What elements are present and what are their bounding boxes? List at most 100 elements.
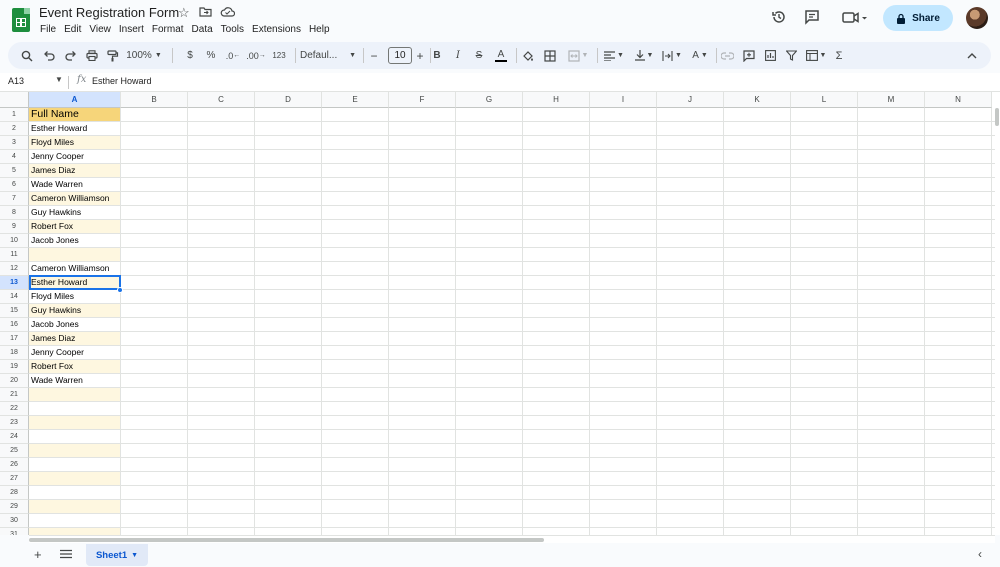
row-header-15[interactable]: 15 (0, 304, 29, 318)
percent-format-button[interactable]: % (204, 47, 218, 64)
cell-a30[interactable] (29, 514, 121, 528)
move-folder-icon[interactable] (199, 5, 212, 20)
column-header-j[interactable]: J (657, 92, 724, 108)
menu-data[interactable]: Data (192, 22, 219, 37)
column-header-b[interactable]: B (121, 92, 188, 108)
insert-link-icon[interactable] (720, 47, 734, 64)
cell-a15[interactable]: Guy Hawkins (29, 304, 121, 318)
currency-format-button[interactable]: $ (183, 47, 197, 64)
cell-a7[interactable]: Cameron Williamson (29, 192, 121, 206)
row-header-5[interactable]: 5 (0, 164, 29, 178)
horizontal-align-icon[interactable]: ▼ (602, 47, 626, 64)
italic-button[interactable]: I (451, 47, 465, 64)
text-wrapping-icon[interactable]: ▼ (660, 47, 684, 64)
text-rotation-icon[interactable]: A ▼ (688, 47, 712, 64)
column-header-d[interactable]: D (255, 92, 322, 108)
cloud-status-icon[interactable] (220, 5, 236, 20)
row-header-9[interactable]: 9 (0, 220, 29, 234)
row-header-21[interactable]: 21 (0, 388, 29, 402)
menu-help[interactable]: Help (309, 22, 336, 37)
menu-file[interactable]: File (40, 22, 62, 37)
increase-decimal-button[interactable]: .00 → (246, 47, 266, 64)
all-sheets-icon[interactable] (60, 547, 72, 562)
horizontal-scroll-thumb[interactable] (29, 538, 544, 542)
cell-a6[interactable]: Wade Warren (29, 178, 121, 192)
cell-a2[interactable]: Esther Howard (29, 122, 121, 136)
vertical-scroll-thumb[interactable] (995, 108, 999, 126)
cell-a11[interactable] (29, 248, 121, 262)
share-button[interactable]: Share (883, 5, 953, 31)
row-header-2[interactable]: 2 (0, 122, 29, 136)
explore-collapse-icon[interactable]: ‹ (978, 547, 982, 561)
row-header-13[interactable]: 13 (0, 276, 29, 290)
column-header-n[interactable]: N (925, 92, 992, 108)
row-header-22[interactable]: 22 (0, 402, 29, 416)
cell-a5[interactable]: James Diaz (29, 164, 121, 178)
menu-extensions[interactable]: Extensions (252, 22, 307, 37)
more-formats-button[interactable]: 123 (270, 47, 288, 64)
functions-icon[interactable]: Σ (832, 47, 846, 64)
cell-a3[interactable]: Floyd Miles (29, 136, 121, 150)
avatar[interactable] (966, 7, 988, 29)
cell-a23[interactable] (29, 416, 121, 430)
caret-down-icon[interactable]: ▼ (131, 552, 138, 559)
increase-font-size-button[interactable]: + (414, 47, 426, 64)
column-header-a[interactable]: A (29, 92, 121, 108)
borders-icon[interactable] (543, 47, 557, 64)
column-header-h[interactable]: H (523, 92, 590, 108)
cell-a14[interactable]: Floyd Miles (29, 290, 121, 304)
row-header-10[interactable]: 10 (0, 234, 29, 248)
column-header-g[interactable]: G (456, 92, 523, 108)
column-header-f[interactable]: F (389, 92, 456, 108)
cell-a13[interactable]: Esther Howard (29, 276, 121, 290)
column-header-i[interactable]: I (590, 92, 657, 108)
row-header-3[interactable]: 3 (0, 136, 29, 150)
row-header-20[interactable]: 20 (0, 374, 29, 388)
cell-a4[interactable]: Jenny Cooper (29, 150, 121, 164)
print-icon[interactable] (85, 47, 99, 64)
cell-a21[interactable] (29, 388, 121, 402)
vertical-scrollbar[interactable] (995, 92, 1000, 535)
row-header-29[interactable]: 29 (0, 500, 29, 514)
collapse-menus-icon[interactable] (965, 47, 979, 64)
row-header-7[interactable]: 7 (0, 192, 29, 206)
fill-handle[interactable] (117, 287, 123, 293)
column-header-k[interactable]: K (724, 92, 791, 108)
cell-a22[interactable] (29, 402, 121, 416)
document-title[interactable]: Event Registration Form (39, 5, 179, 20)
undo-icon[interactable] (42, 47, 56, 64)
row-header-12[interactable]: 12 (0, 262, 29, 276)
menu-format[interactable]: Format (152, 22, 190, 37)
row-header-23[interactable]: 23 (0, 416, 29, 430)
cell-a8[interactable]: Guy Hawkins (29, 206, 121, 220)
version-history-icon[interactable] (771, 9, 787, 29)
vertical-align-icon[interactable]: ▼ (632, 47, 656, 64)
insert-comment-icon[interactable] (742, 47, 756, 64)
row-header-11[interactable]: 11 (0, 248, 29, 262)
menu-edit[interactable]: Edit (64, 22, 87, 37)
add-sheet-icon[interactable]: + (34, 547, 42, 562)
row-header-8[interactable]: 8 (0, 206, 29, 220)
column-header-e[interactable]: E (322, 92, 389, 108)
row-header-30[interactable]: 30 (0, 514, 29, 528)
spreadsheet-grid[interactable]: A B C D E F G H I J K L M N 1 Full Name 2 Esther Howard 3 F… (0, 92, 995, 535)
bold-button[interactable]: B (430, 47, 444, 64)
formula-input[interactable]: Esther Howard (92, 76, 152, 86)
row-header-24[interactable]: 24 (0, 430, 29, 444)
insert-chart-icon[interactable] (763, 47, 777, 64)
decrease-decimal-button[interactable]: .0 ← (224, 47, 242, 64)
column-a-header-cell[interactable]: Full Name (29, 108, 121, 122)
cell-a9[interactable]: Robert Fox (29, 220, 121, 234)
row-header-26[interactable]: 26 (0, 458, 29, 472)
zoom-select[interactable]: 100% ▼ (126, 47, 162, 64)
font-family-select[interactable]: Defaul... ▼ (300, 47, 356, 64)
menu-view[interactable]: View (89, 22, 117, 37)
search-menus-icon[interactable] (20, 47, 34, 64)
row-header-27[interactable]: 27 (0, 472, 29, 486)
meet-video-icon[interactable] (842, 9, 868, 29)
cell-a20[interactable]: Wade Warren (29, 374, 121, 388)
filter-views-icon[interactable]: ▼ (804, 47, 828, 64)
row-header-14[interactable]: 14 (0, 290, 29, 304)
comments-icon[interactable] (804, 9, 820, 29)
sheet-tab-sheet1[interactable]: Sheet1 ▼ (86, 544, 148, 566)
